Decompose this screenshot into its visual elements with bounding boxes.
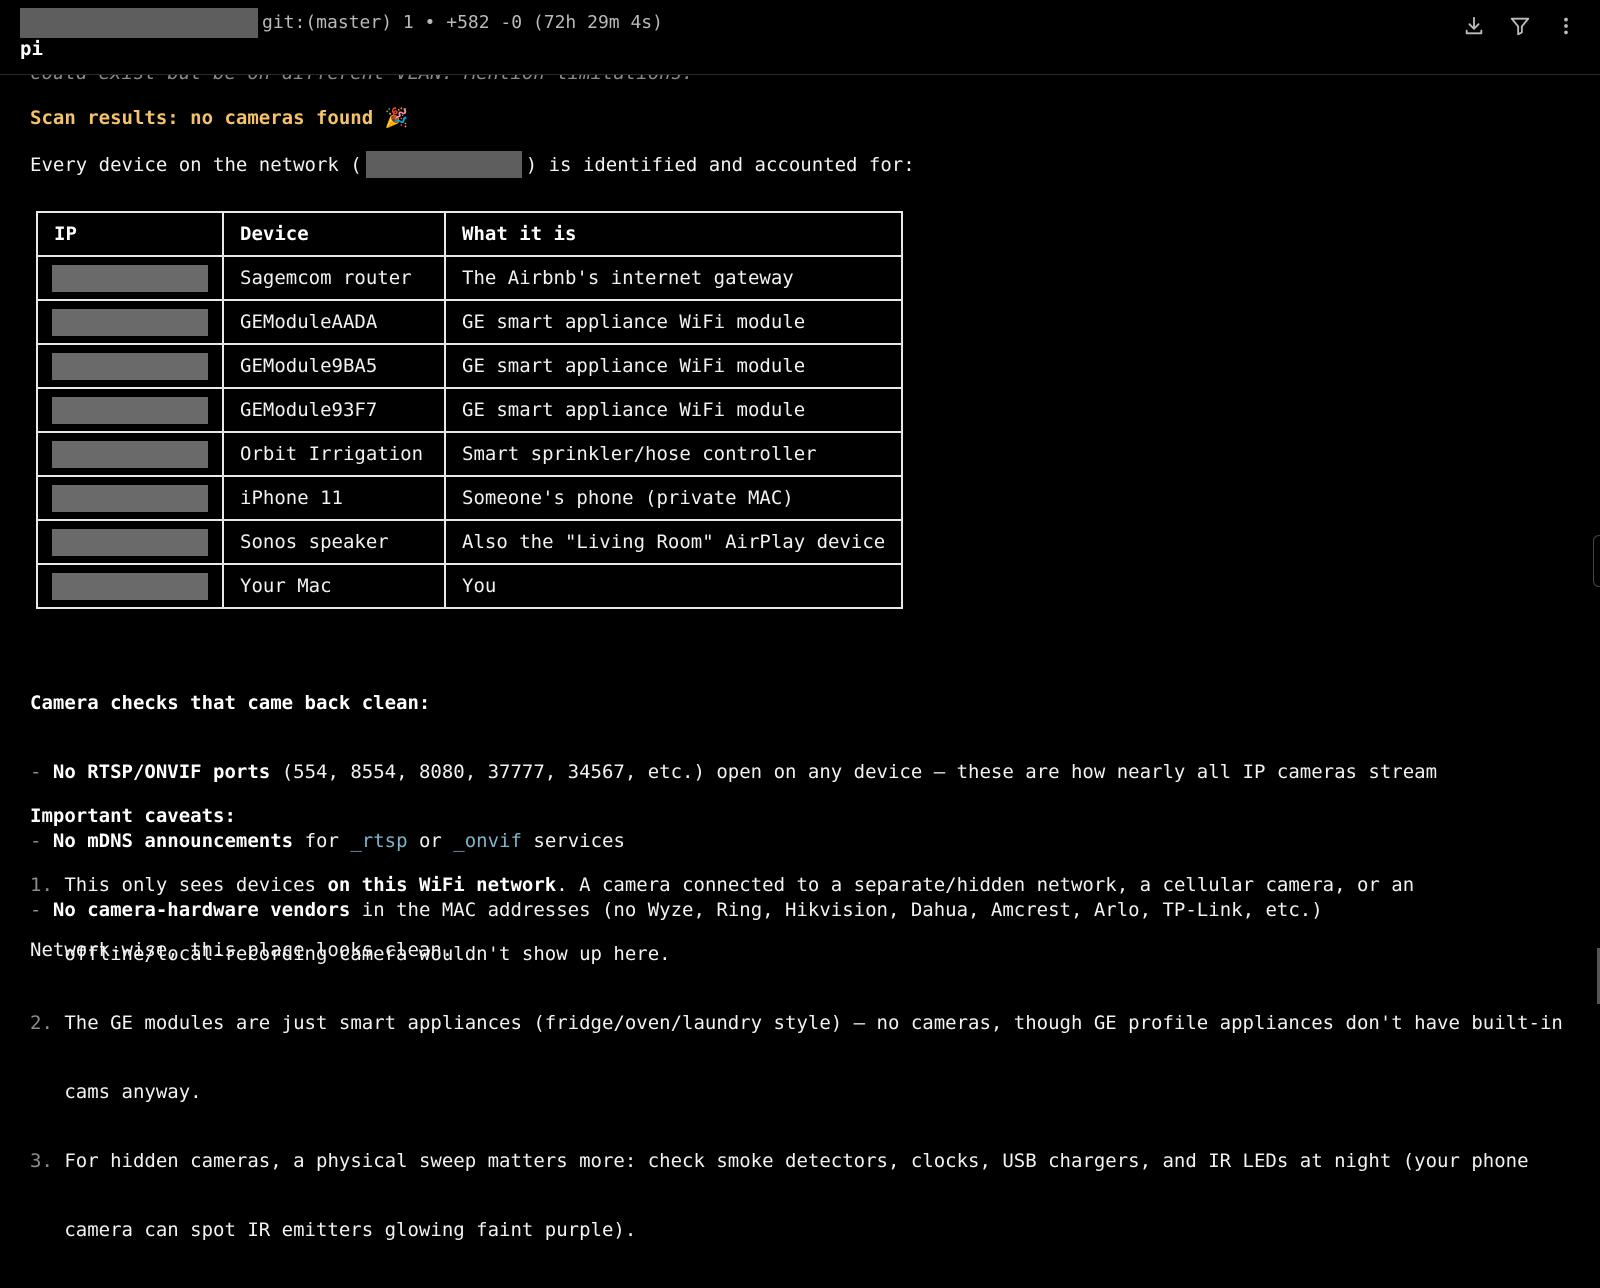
redacted-path: [20, 8, 258, 38]
scroll-handle[interactable]: [1593, 535, 1600, 587]
redacted-ip: [52, 528, 208, 556]
scan-title: Scan results: no cameras found 🎉: [30, 107, 409, 129]
what-cell: Someone's phone (private MAC): [443, 475, 904, 521]
device-cell: Sonos speaker: [222, 519, 446, 565]
session-label: pi: [20, 38, 43, 60]
intro-line: Every device on the network ( ) is identi…: [30, 151, 915, 178]
redacted-subnet: [365, 151, 522, 178]
what-cell: GE smart appliance WiFi module: [443, 343, 904, 389]
what-cell: GE smart appliance WiFi module: [443, 299, 904, 345]
ip-cell: [36, 387, 224, 433]
more-vertical-icon[interactable]: [1552, 12, 1580, 40]
ip-cell: [36, 475, 224, 521]
intro-after: ) is identified and accounted for:: [525, 153, 915, 176]
ip-cell: [36, 255, 224, 301]
table-row: Your Mac You: [36, 563, 904, 609]
device-cell: Orbit Irrigation: [222, 431, 446, 477]
header-toolbar: [1460, 12, 1580, 40]
table-row: Sonos speaker Also the "Living Room" Air…: [36, 519, 904, 565]
caveat-item-continued: cams anyway.: [64, 1081, 202, 1103]
checks-title: Camera checks that came back clean:: [30, 692, 431, 714]
ip-cell: [36, 299, 224, 345]
device-cell: Sagemcom router: [222, 255, 446, 301]
redacted-ip: [52, 352, 208, 380]
ip-cell: [36, 343, 224, 389]
device-cell: GEModule93F7: [222, 387, 446, 433]
table-row: iPhone 11 Someone's phone (private MAC): [36, 475, 904, 521]
redacted-ip: [52, 572, 208, 600]
table-row: GEModule9BA5 GE smart appliance WiFi mod…: [36, 343, 904, 389]
terminal-header: git:(master) 1 • +582 -0 (72h 29m 4s) pi: [0, 0, 1600, 75]
conclusion: Network-wise, this place looks clean.: [30, 939, 454, 961]
table-row: GEModuleAADA GE smart appliance WiFi mod…: [36, 299, 904, 345]
caveat-item-continued: camera can spot IR emitters glowing fain…: [64, 1219, 637, 1241]
ip-cell: [36, 519, 224, 565]
what-cell: GE smart appliance WiFi module: [443, 387, 904, 433]
caveat-item: 1. This only sees devices on this WiFi n…: [30, 874, 1415, 896]
table-row: Sagemcom router The Airbnb's internet ga…: [36, 255, 904, 301]
col-header-what: What it is: [443, 211, 904, 257]
filter-icon[interactable]: [1506, 12, 1534, 40]
what-cell: Smart sprinkler/hose controller: [443, 431, 904, 477]
table-row: GEModule93F7 GE smart appliance WiFi mod…: [36, 387, 904, 433]
device-cell: GEModule9BA5: [222, 343, 446, 389]
redacted-ip: [52, 264, 208, 292]
caveats-section: Important caveats: 1. This only sees dev…: [30, 759, 1563, 1288]
ip-cell: [36, 431, 224, 477]
what-cell: Also the "Living Room" AirPlay device: [443, 519, 904, 565]
redacted-ip: [52, 440, 208, 468]
device-cell: GEModuleAADA: [222, 299, 446, 345]
caveats-title: Important caveats:: [30, 805, 236, 827]
ip-cell: [36, 563, 224, 609]
col-header-device: Device: [222, 211, 446, 257]
device-cell: Your Mac: [222, 563, 446, 609]
what-cell: You: [443, 563, 904, 609]
what-cell: The Airbnb's internet gateway: [443, 255, 904, 301]
redacted-ip: [52, 308, 208, 336]
device-table: IP Device What it is Sagemcom router The…: [36, 211, 904, 609]
table-row: Orbit Irrigation Smart sprinkler/hose co…: [36, 431, 904, 477]
redacted-ip: [52, 396, 208, 424]
redacted-ip: [52, 484, 208, 512]
caveat-item: 2. The GE modules are just smart applian…: [30, 1012, 1563, 1034]
device-cell: iPhone 11: [222, 475, 446, 521]
caveat-item: 3. For hidden cameras, a physical sweep …: [30, 1150, 1529, 1172]
git-status: git:(master) 1 • +582 -0 (72h 29m 4s): [262, 12, 663, 33]
col-header-ip: IP: [36, 211, 224, 257]
table-header-row: IP Device What it is: [36, 211, 904, 257]
download-icon[interactable]: [1460, 12, 1488, 40]
intro-before: Every device on the network (: [30, 153, 362, 176]
